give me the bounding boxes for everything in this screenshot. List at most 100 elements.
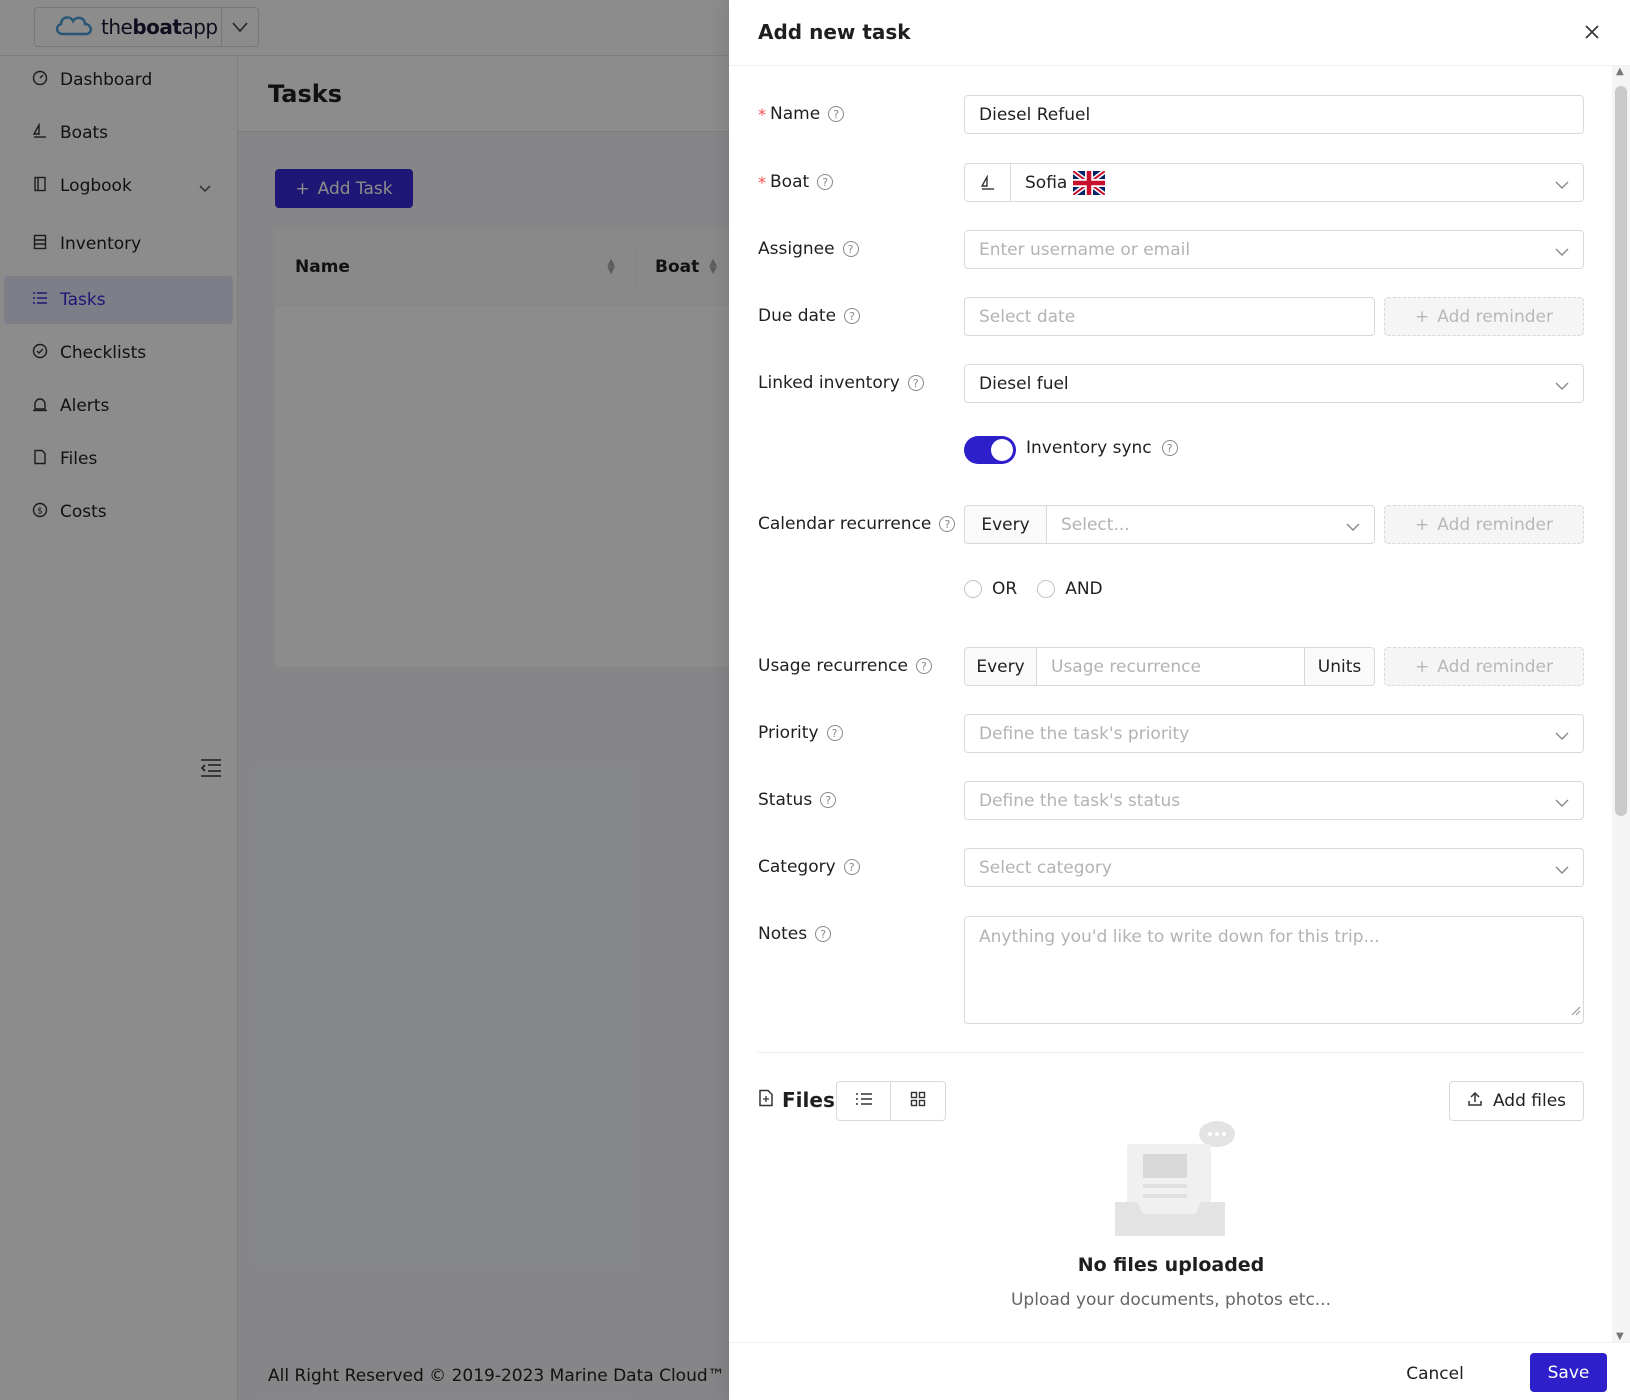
help-icon[interactable]: ? <box>915 658 932 674</box>
required-icon: * <box>758 172 766 192</box>
chevron-down-icon <box>1555 860 1569 880</box>
close-icon[interactable] <box>1580 20 1604 44</box>
notes-textarea[interactable]: Anything you'd like to write down for th… <box>964 916 1584 1024</box>
notes-placeholder: Anything you'd like to write down for th… <box>979 927 1380 947</box>
scroll-up-icon[interactable]: ▲ <box>1616 66 1624 77</box>
name-label: * Name ? <box>758 102 845 126</box>
empty-inbox-icon <box>1107 1118 1237 1248</box>
label-text: Notes <box>758 924 808 944</box>
or-radio[interactable] <box>964 580 982 598</box>
plus-icon: + <box>1415 656 1430 677</box>
chevron-down-icon <box>1346 517 1360 537</box>
category-select[interactable]: Select category <box>964 848 1584 887</box>
boat-label: * Boat ? <box>758 170 834 194</box>
scroll-thumb[interactable] <box>1615 86 1627 816</box>
inventory-sync-label: Inventory sync ? <box>1026 438 1178 458</box>
status-placeholder: Define the task's status <box>979 790 1181 811</box>
units-label: Units <box>1317 656 1362 677</box>
chevron-down-icon <box>1555 726 1569 746</box>
inventory-sync-toggle[interactable] <box>964 436 1016 464</box>
drawer-scrollbar[interactable]: ▲ ▼ <box>1612 66 1630 1342</box>
toggle-knob <box>991 439 1013 461</box>
calendar-recurrence-label: Calendar recurrence ? <box>758 512 956 536</box>
category-label: Category ? <box>758 855 860 879</box>
drawer-header: Add new task <box>729 0 1630 66</box>
usage-add-reminder-button[interactable]: + Add reminder <box>1384 647 1584 686</box>
assignee-label: Assignee ? <box>758 237 859 261</box>
add-reminder-label: Add reminder <box>1437 306 1553 327</box>
name-value: Diesel Refuel <box>979 104 1091 125</box>
recurrence-logic-radios: OR AND <box>964 579 1103 599</box>
priority-select[interactable]: Define the task's priority <box>964 714 1584 753</box>
boat-value: Sofia <box>1025 172 1068 193</box>
due-date-add-reminder-button[interactable]: + Add reminder <box>1384 297 1584 336</box>
every-label: Every <box>981 514 1030 535</box>
plus-icon: + <box>1415 514 1430 535</box>
help-icon[interactable]: ? <box>843 859 860 875</box>
file-icon <box>758 1088 774 1112</box>
drawer-body: * Name ? Diesel Refuel * Boat ? Sofia As… <box>729 66 1630 1342</box>
help-icon[interactable]: ? <box>842 241 859 257</box>
add-files-label: Add files <box>1492 1091 1567 1111</box>
list-view-button[interactable] <box>836 1081 891 1121</box>
status-select[interactable]: Define the task's status <box>964 781 1584 820</box>
help-icon[interactable]: ? <box>1161 440 1178 456</box>
add-reminder-label: Add reminder <box>1437 514 1553 535</box>
chevron-down-icon <box>1555 376 1569 396</box>
help-icon[interactable]: ? <box>844 308 861 324</box>
add-files-button[interactable]: Add files <box>1449 1081 1584 1121</box>
scroll-down-icon[interactable]: ▼ <box>1616 1331 1624 1342</box>
usage-recurrence-input[interactable]: Usage recurrence <box>1036 647 1305 686</box>
label-text: Due date <box>758 306 837 326</box>
grid-view-button[interactable] <box>891 1081 946 1121</box>
linked-inventory-label: Linked inventory ? <box>758 371 924 395</box>
uk-flag-icon <box>1073 170 1106 195</box>
section-divider <box>758 1052 1584 1053</box>
list-icon <box>855 1091 873 1111</box>
calendar-recurrence-placeholder: Select... <box>1061 514 1130 535</box>
label-text: Assignee <box>758 239 835 259</box>
assignee-placeholder: Enter username or email <box>979 239 1191 260</box>
help-icon[interactable]: ? <box>828 106 845 122</box>
usage-recurrence-label: Usage recurrence ? <box>758 654 932 678</box>
and-radio[interactable] <box>1037 580 1056 598</box>
grid-icon <box>910 1091 926 1112</box>
linked-inventory-select[interactable]: Diesel fuel <box>964 364 1584 403</box>
help-icon[interactable]: ? <box>826 725 843 741</box>
chevron-down-icon <box>1555 242 1569 262</box>
due-date-picker[interactable]: Select date <box>964 297 1375 336</box>
due-date-label: Due date ? <box>758 304 861 328</box>
help-icon[interactable]: ? <box>939 516 956 532</box>
plus-icon: + <box>1415 306 1430 327</box>
calendar-add-reminder-button[interactable]: + Add reminder <box>1384 505 1584 544</box>
due-date-placeholder: Select date <box>979 306 1076 327</box>
help-icon[interactable]: ? <box>817 174 834 190</box>
drawer-title: Add new task <box>758 20 911 44</box>
usage-every-addon: Every <box>964 647 1037 686</box>
upload-icon <box>1467 1091 1483 1112</box>
resize-handle-icon[interactable] <box>1569 1001 1581 1021</box>
status-label: Status ? <box>758 788 837 812</box>
or-label: OR <box>992 579 1018 599</box>
help-icon[interactable]: ? <box>907 375 924 391</box>
empty-state-subtitle: Upload your documents, photos etc... <box>1010 1290 1331 1310</box>
add-reminder-label: Add reminder <box>1437 656 1553 677</box>
category-placeholder: Select category <box>979 857 1112 878</box>
name-input[interactable]: Diesel Refuel <box>964 95 1584 134</box>
label-text: Calendar recurrence <box>758 514 932 534</box>
label-text: Category <box>758 857 836 877</box>
priority-label: Priority ? <box>758 721 843 745</box>
help-icon[interactable]: ? <box>820 792 837 808</box>
assignee-select[interactable]: Enter username or email <box>964 230 1584 269</box>
label-text: Priority <box>758 723 819 743</box>
boat-select[interactable]: Sofia <box>964 163 1584 202</box>
label-text: Linked inventory <box>758 373 900 393</box>
calendar-recurrence-select[interactable]: Select... <box>1046 505 1375 544</box>
usage-units-addon: Units <box>1304 647 1375 686</box>
label-text: Status <box>758 790 813 810</box>
save-button[interactable]: Save <box>1530 1353 1607 1392</box>
cancel-button[interactable]: Cancel <box>1389 1355 1481 1392</box>
files-view-toggle <box>836 1081 946 1121</box>
help-icon[interactable]: ? <box>815 926 832 942</box>
label-text: Boat <box>770 172 810 192</box>
